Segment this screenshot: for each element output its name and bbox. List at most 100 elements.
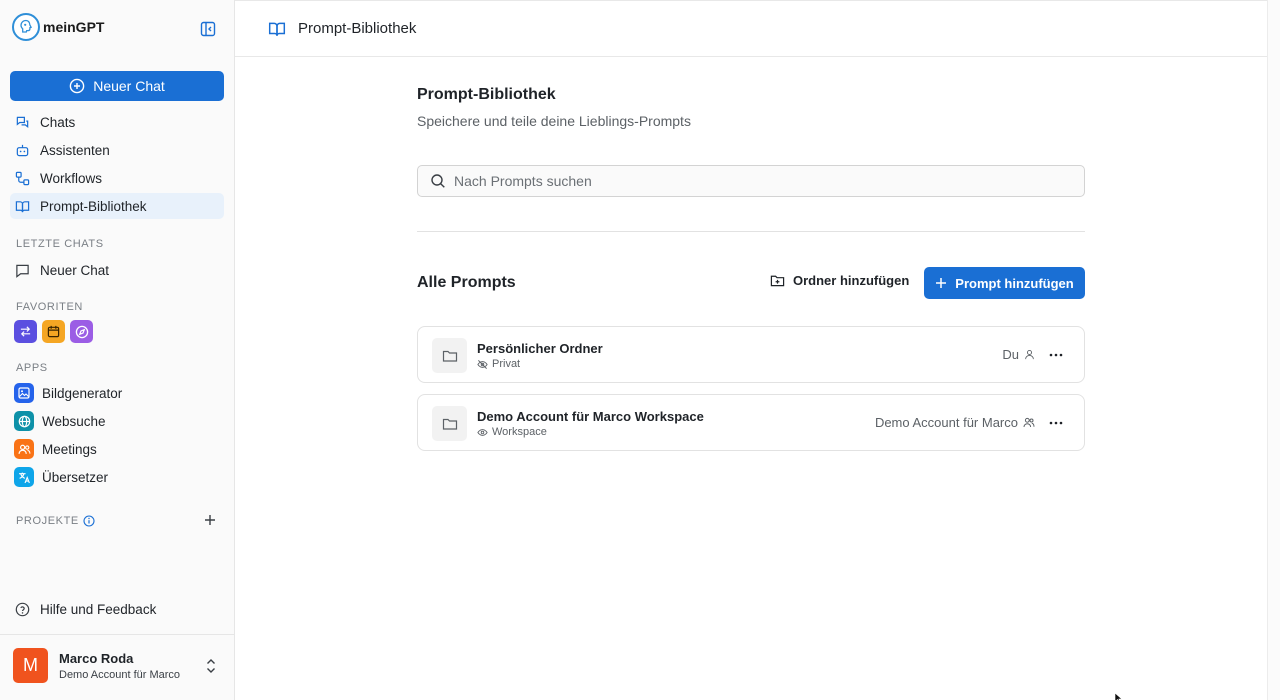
eye-icon (477, 428, 488, 436)
folder-list: Persönlicher Ordner Privat Du Demo Accou… (417, 326, 1085, 462)
page-title: Prompt-Bibliothek (417, 86, 556, 103)
more-options-button[interactable] (1048, 416, 1064, 430)
favorite-item-1[interactable] (14, 320, 37, 343)
favorite-item-2[interactable] (42, 320, 65, 343)
add-prompt-button[interactable]: Prompt hinzufügen (924, 267, 1085, 299)
workflow-icon (15, 171, 30, 185)
projects-heading-label: PROJEKTE (16, 515, 79, 527)
plus-icon (205, 515, 215, 525)
user-info: Marco Roda Demo Account für Marco (59, 651, 180, 681)
folder-visibility: Privat (477, 358, 520, 370)
sidebar-nav: Chats Assistenten Workflows Prompt-Bibli… (10, 109, 224, 221)
account-switch-button[interactable] (204, 657, 220, 675)
add-folder-button[interactable]: Ordner hinzufügen (770, 273, 909, 288)
app-item-bildgenerator[interactable]: Bildgenerator (14, 382, 122, 404)
folder-visibility-label: Workspace (492, 426, 547, 438)
folder-visibility-label: Privat (492, 358, 521, 370)
window-edge (1267, 0, 1280, 700)
sidebar-item-chats[interactable]: Chats (10, 109, 224, 135)
prompts-section-header: Alle Prompts Ordner hinzufügen Prompt hi… (417, 267, 1085, 299)
user-menu[interactable]: M Marco Roda Demo Account für Marco (13, 648, 180, 683)
favorites-list (14, 320, 93, 343)
app-item-label: Meetings (42, 441, 97, 457)
add-prompt-label: Prompt hinzufügen (955, 275, 1074, 291)
user-organization: Demo Account für Marco (59, 668, 181, 681)
folder-visibility: Workspace (477, 426, 547, 438)
user-icon (1025, 350, 1034, 360)
app-item-label: Bildgenerator (42, 385, 123, 401)
chevrons-up-down-icon (207, 659, 215, 673)
app-item-meetings[interactable]: Meetings (14, 438, 122, 460)
collapse-sidebar-button[interactable] (198, 19, 218, 39)
folder-owner: Demo Account für Marco (875, 415, 1035, 430)
new-chat-button[interactable]: Neuer Chat (10, 71, 224, 101)
folder-owner-label: Demo Account für Marco (874, 415, 1018, 430)
list-item[interactable]: Persönlicher Ordner Privat Du (417, 326, 1085, 383)
apps-list: Bildgenerator Websuche Meetings Übersetz… (14, 382, 122, 494)
recent-chat-item[interactable]: Neuer Chat (15, 261, 109, 279)
brand-logo-icon (12, 13, 40, 41)
list-item[interactable]: Demo Account für Marco Workspace Workspa… (417, 394, 1085, 451)
brand[interactable]: meinGPT (12, 13, 104, 41)
sidebar-item-prompt-bibliothek[interactable]: Prompt-Bibliothek (10, 193, 224, 219)
app-item-uebersetzer[interactable]: Übersetzer (14, 466, 122, 488)
more-horizontal-icon (1049, 421, 1063, 425)
top-bar: Prompt-Bibliothek (235, 0, 1267, 57)
sidebar-item-label: Workflows (40, 170, 103, 186)
recent-chat-label: Neuer Chat (40, 262, 110, 278)
book-open-icon (268, 20, 286, 38)
users-icon (1023, 417, 1035, 428)
robot-icon (16, 144, 29, 156)
swap-arrows-icon (20, 326, 31, 337)
brand-name: meinGPT (43, 19, 105, 35)
translate-icon (14, 467, 34, 487)
folder-name: Persönlicher Ordner (477, 341, 603, 356)
mouse-cursor-icon (1114, 690, 1124, 700)
info-icon[interactable] (83, 515, 95, 527)
sidebar-collapse-icon (200, 21, 216, 37)
help-feedback-link[interactable]: Hilfe und Feedback (15, 602, 156, 617)
compass-icon (75, 325, 88, 338)
app-item-label: Websuche (42, 413, 106, 429)
eye-off-icon (477, 359, 488, 369)
more-horizontal-icon (1049, 353, 1063, 357)
folder-icon (432, 338, 467, 373)
new-chat-label: Neuer Chat (93, 78, 165, 94)
sidebar: meinGPT Neuer Chat Chats Assistenten Wor… (0, 0, 235, 700)
book-open-icon (15, 200, 30, 212)
image-icon (14, 383, 34, 403)
apps-heading: APPS (16, 362, 48, 374)
search-box (417, 165, 1085, 197)
help-circle-icon (15, 602, 30, 617)
app-item-label: Übersetzer (42, 469, 109, 485)
add-project-button[interactable] (202, 512, 218, 528)
more-options-button[interactable] (1048, 348, 1064, 362)
help-label: Hilfe und Feedback (40, 602, 157, 617)
folder-owner: Du (1002, 347, 1035, 362)
sidebar-item-workflows[interactable]: Workflows (10, 165, 224, 191)
chats-icon (16, 116, 29, 128)
folder-owner-label: Du (1002, 347, 1019, 362)
add-folder-label: Ordner hinzufügen (793, 273, 910, 288)
folder-name: Demo Account für Marco Workspace (477, 409, 704, 424)
plus-icon (936, 278, 947, 288)
sidebar-item-assistenten[interactable]: Assistenten (10, 137, 224, 163)
folder-plus-icon (770, 275, 785, 287)
prompt-library: Prompt-Bibliothek Speichere und teile de… (417, 86, 1085, 451)
page-subtitle: Speichere und teile deine Lieblings-Prom… (417, 113, 691, 129)
page-header-title: Prompt-Bibliothek (298, 20, 417, 37)
favorite-item-3[interactable] (70, 320, 93, 343)
divider (417, 231, 1085, 232)
section-title: Alle Prompts (417, 274, 516, 291)
app-item-websuche[interactable]: Websuche (14, 410, 122, 432)
users-icon (14, 439, 34, 459)
search-icon (431, 174, 445, 188)
chat-bubble-icon (16, 264, 29, 278)
divider (0, 634, 235, 635)
calendar-icon (47, 325, 60, 338)
favorites-heading: FAVORITEN (16, 301, 83, 313)
projects-heading: PROJEKTE (16, 515, 95, 527)
recent-chats-heading: LETZTE CHATS (16, 238, 104, 250)
search-input[interactable] (454, 173, 1054, 189)
folder-icon (432, 406, 467, 441)
